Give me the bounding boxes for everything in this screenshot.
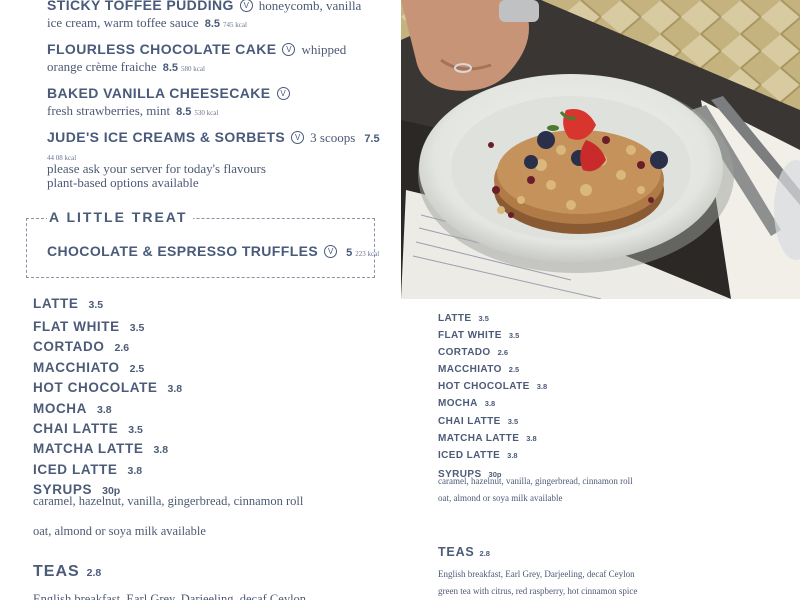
item-desc-inline: whipped	[301, 42, 347, 57]
teas-description: English breakfast, Earl Grey, Darjeeling…	[438, 569, 635, 579]
vegan-badge-icon: V	[276, 87, 290, 100]
drink-price: 3.5	[508, 331, 520, 340]
item-price: 7.5	[364, 133, 380, 145]
item-name: BAKED VANILLA CHEESECAKE	[47, 85, 271, 101]
drink-name: FLAT WHITE	[33, 319, 120, 334]
drink-price: 3.5	[478, 314, 489, 323]
item-kcal: 745 kcal	[223, 21, 247, 29]
drink-price: 3.8	[167, 383, 183, 395]
item-price: 8.5	[204, 18, 220, 30]
teas-title: TEAS	[33, 563, 80, 580]
drink-name: MOCHA	[33, 401, 87, 416]
drink-price: 3.8	[153, 444, 169, 456]
menu-item-desc-line: fresh strawberries, mint 8.5 530 kcal	[47, 100, 218, 119]
drink-name: MOCHA	[438, 398, 478, 409]
drink-price: 3.8	[484, 399, 496, 408]
milk-note: oat, almond or soya milk available	[33, 524, 206, 538]
drink-row: ICED LATTE 3.8	[33, 459, 142, 478]
drink-price: 3.5	[128, 424, 143, 436]
item-desc-inline: 3 scoops	[310, 130, 356, 145]
drink-row: MATCHA LATTE 3.8	[33, 438, 168, 457]
drink-row: HOT CHOCOLATE 3.8	[33, 377, 182, 396]
item-name: FLOURLESS CHOCOLATE CAKE	[47, 41, 277, 57]
drink-price: 2.6	[114, 342, 130, 354]
drink-row: CORTADO 2.6	[33, 336, 129, 355]
menu-item-desc-line: ice cream, warm toffee sauce 8.5 745 kcal	[47, 12, 247, 31]
vegan-badge-icon: V	[239, 0, 253, 12]
drink-row: MOCHA 3.8	[438, 391, 495, 410]
drink-price: 3.8	[127, 465, 143, 477]
teas-title: TEAS	[438, 545, 475, 559]
teas-heading: TEAS 2.8	[438, 541, 490, 560]
item-price: 8.5	[162, 62, 178, 74]
teas-heading: TEAS 2.8	[33, 561, 101, 581]
drink-price: 2.6	[497, 348, 509, 357]
drink-price: 3.8	[97, 404, 112, 416]
menu-item-ice-creams: JUDE'S ICE CREAMS & SORBETS V 3 scoops 7.5	[47, 127, 380, 146]
teas-description: English breakfast, Earl Grey, Darjeeling…	[33, 592, 307, 600]
drink-row: FLAT WHITE 3.5	[33, 316, 144, 335]
drink-row: CHAI LATTE 3.5	[33, 418, 143, 437]
item-price: 5	[346, 247, 353, 259]
item-kcal: 580 kcal	[181, 65, 205, 73]
vegan-badge-icon: V	[291, 131, 305, 144]
item-name: JUDE'S ICE CREAMS & SORBETS	[47, 129, 286, 145]
drink-row: MACCHIATO 2.5	[33, 357, 144, 376]
vegan-badge-icon: V	[324, 245, 338, 258]
drink-price: 2.5	[508, 365, 520, 374]
drink-row: LATTE 3.5	[33, 298, 103, 312]
item-desc: plant-based options available	[47, 175, 199, 190]
teas-description: green tea with citrus, red raspberry, ho…	[438, 586, 638, 596]
drink-price: 3.5	[129, 322, 145, 334]
coffee-menu-large: LATTE 3.5 FLAT WHITE 3.5 CORTADO 2.6 MACCHI…	[0, 298, 401, 600]
item-name: CHOCOLATE & ESPRESSO TRUFFLES	[47, 243, 319, 259]
item-desc: ice cream, warm toffee sauce	[47, 15, 199, 30]
vegan-badge-icon: V	[282, 43, 296, 56]
item-desc: orange crème fraiche	[47, 59, 157, 74]
item-price: 8.5	[176, 106, 192, 118]
drink-name: CHAI LATTE	[33, 421, 119, 436]
drink-name: ICED LATTE	[438, 450, 501, 461]
drink-price: 2.5	[129, 363, 145, 375]
drink-price: 3.8	[536, 382, 548, 391]
dessert-photo	[401, 0, 800, 299]
drink-name: MATCHA LATTE	[33, 441, 144, 456]
drink-name: LATTE	[33, 298, 79, 311]
drink-name: CORTADO	[33, 339, 105, 354]
menu-item-truffles: CHOCOLATE & ESPRESSO TRUFFLES V 5 223 kcal	[47, 241, 379, 260]
drink-name: MACCHIATO	[33, 360, 120, 375]
drink-price: 3.5	[507, 417, 519, 426]
drink-price: 3.8	[526, 434, 537, 443]
drink-price: 3.5	[88, 299, 104, 311]
drink-price: 3.8	[507, 451, 518, 460]
syrups-description: caramel, hazelnut, vanilla, gingerbread,…	[33, 494, 304, 508]
milk-note: oat, almond or soya milk available	[438, 493, 563, 503]
teas-price: 2.8	[86, 567, 102, 579]
menu-item-desc-line: orange crème fraiche 8.5 580 kcal	[47, 56, 205, 75]
teas-price: 2.8	[479, 549, 490, 558]
item-kcal: 223 kcal	[355, 250, 380, 258]
drink-row: MOCHA 3.8	[33, 398, 112, 417]
item-kcal: 530 kcal	[194, 109, 219, 117]
coffee-menu-small: LATTE 3.5 FLAT WHITE 3.5 CORTADO 2.6 MACCHI…	[401, 299, 800, 600]
drink-name: HOT CHOCOLATE	[33, 380, 158, 395]
item-desc-inline: honeycomb, vanilla	[258, 0, 362, 13]
drink-name: ICED LATTE	[33, 462, 118, 477]
drink-row: ICED LATTE 3.8	[438, 443, 518, 462]
treat-section-title: A LITTLE TREAT	[47, 209, 194, 225]
menu-item-desc-line: plant-based options available	[47, 172, 199, 191]
item-desc: fresh strawberries, mint	[47, 103, 171, 118]
syrups-description: caramel, hazelnut, vanilla, gingerbread,…	[438, 476, 633, 486]
pancake-plate-image	[401, 0, 800, 299]
dessert-menu-panel: STICKY TOFFEE PUDDING Vhoneycomb, vanilla…	[0, 0, 401, 298]
